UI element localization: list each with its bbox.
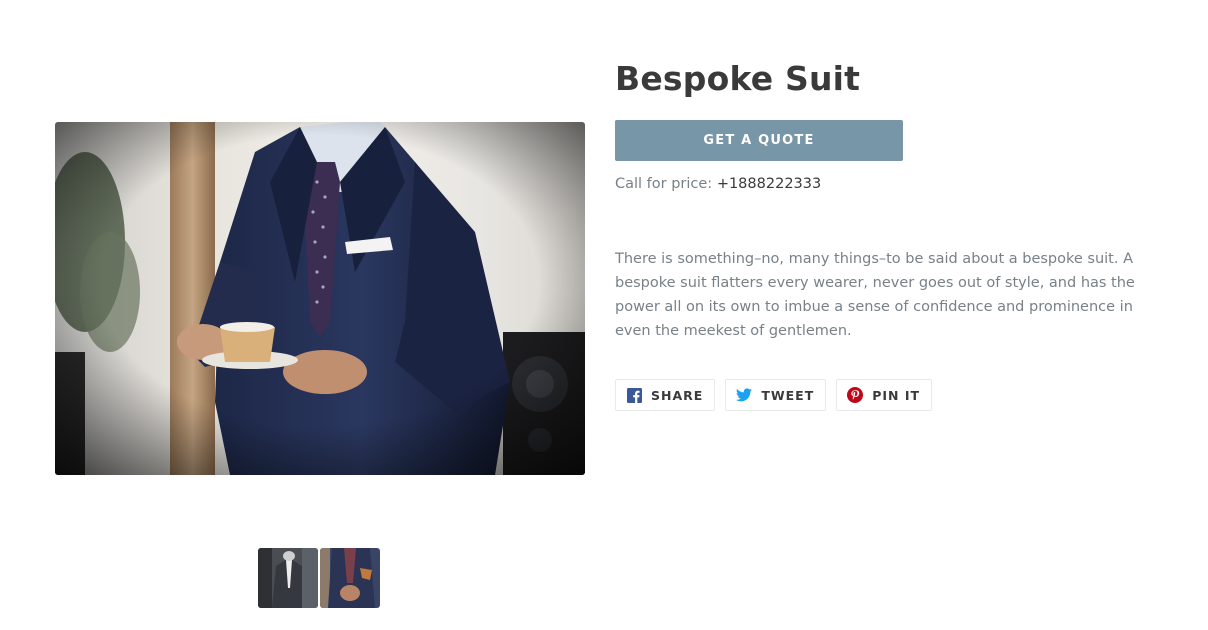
social-share-buttons: SHARE TWEET PIN IT <box>615 379 1155 411</box>
facebook-icon <box>626 387 642 403</box>
product-title: Bespoke Suit <box>615 59 861 98</box>
share-twitter-button[interactable]: TWEET <box>725 379 827 411</box>
thumbnail-man-in-suit[interactable] <box>320 548 380 608</box>
share-pinterest-label: PIN IT <box>872 387 921 403</box>
thumbnail-suit-mannequin[interactable] <box>258 548 318 608</box>
product-page: Bespoke Suit GET A QUOTE Call for price:… <box>0 0 1208 630</box>
phone-number[interactable]: +1888222333 <box>717 176 821 192</box>
share-pinterest-button[interactable]: PIN IT <box>836 379 933 411</box>
twitter-icon <box>736 387 753 403</box>
share-facebook-button[interactable]: SHARE <box>615 379 716 411</box>
thumbnail-strip <box>258 548 380 608</box>
share-facebook-label: SHARE <box>651 387 704 403</box>
price-prefix: Call for price: <box>615 176 713 192</box>
product-description: There is something–no, many things–to be… <box>615 251 1135 339</box>
pinterest-icon <box>847 387 864 403</box>
main-product-image[interactable] <box>55 122 585 475</box>
product-info: Bespoke Suit GET A QUOTE Call for price:… <box>615 58 1155 411</box>
get-a-quote-button[interactable]: GET A QUOTE <box>615 120 903 161</box>
share-twitter-label: TWEET <box>761 387 815 403</box>
price-line: Call for price: +1888222333 <box>615 174 1155 194</box>
